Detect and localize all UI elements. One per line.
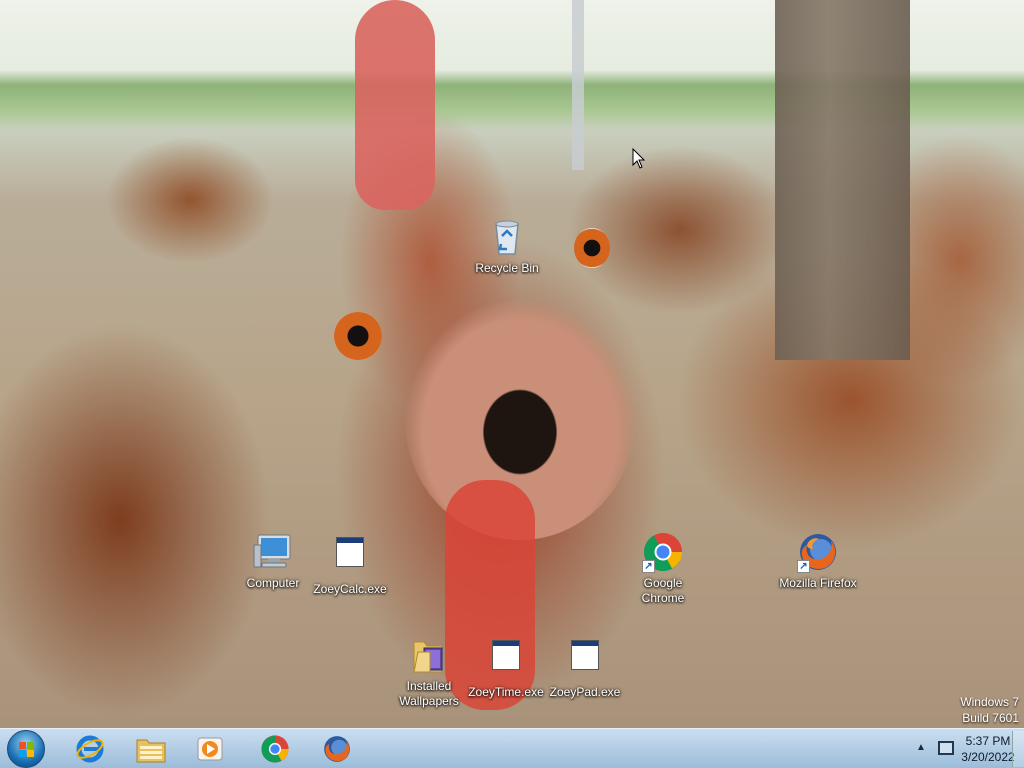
show-desktop-button[interactable] [1012,731,1024,767]
watermark-line2: Build 7601 [962,711,1019,725]
exe-file-icon [329,537,371,579]
computer-shortcut[interactable]: Computer [233,531,313,591]
computer-icon [252,531,294,573]
google-chrome-label: Google Chrome [641,576,685,605]
zoeytime-shortcut[interactable]: ZoeyTime.exe [466,634,546,700]
windows-build-watermark: Windows 7 Build 7601 [960,694,1019,726]
zoeycalc-label: ZoeyCalc.exe [313,582,387,596]
firefox-icon [324,736,350,762]
zoeypad-label: ZoeyPad.exe [549,685,621,699]
show-hidden-icons-button[interactable]: ▲ [916,742,926,753]
shortcut-arrow-icon: ↗ [797,560,810,573]
recycle-bin-icon [486,216,528,258]
internet-explorer-icon [76,735,104,763]
mozilla-firefox-shortcut[interactable]: ↗ Mozilla Firefox [778,531,858,591]
installed-wallpapers-folder[interactable]: Installed Wallpapers [389,634,469,709]
exe-file-icon [564,640,606,682]
taskbar: ▲ 5:37 PM 3/20/2022 [0,728,1024,768]
network-icon[interactable] [938,741,954,755]
google-chrome-shortcut[interactable]: ↗ Google Chrome [623,531,703,606]
shortcut-arrow-icon: ↗ [642,560,655,573]
firefox-icon: ↗ [797,531,839,573]
taskbar-mozilla-firefox[interactable] [313,732,361,766]
wallpaper-tree-trunk [775,0,910,360]
taskbar-file-explorer[interactable] [127,732,175,766]
media-player-icon [197,737,223,761]
zoeypad-shortcut[interactable]: ZoeyPad.exe [545,634,625,700]
zoeycalc-shortcut[interactable]: ZoeyCalc.exe [310,531,390,597]
taskbar-clock[interactable]: 5:37 PM 3/20/2022 [960,733,1016,765]
chrome-icon [261,735,289,763]
system-tray: ▲ 5:37 PM 3/20/2022 [884,729,1024,768]
computer-label: Computer [246,576,300,590]
windows-logo-icon [19,742,35,758]
wallpaper-hen-eye-right [574,228,610,268]
zoeytime-label: ZoeyTime.exe [468,685,544,699]
wallpaper-pole [572,0,584,170]
clock-time: 5:37 PM [965,734,1011,748]
clock-date: 3/20/2022 [961,750,1015,764]
taskbar-media-player[interactable] [186,732,234,766]
watermark-line1: Windows 7 [960,695,1019,709]
recycle-bin-label: Recycle Bin [475,261,539,275]
start-button[interactable] [7,730,45,768]
exe-file-icon [485,640,527,682]
desktop[interactable]: Recycle Bin Computer ZoeyCalc.exe ↗ Goog… [0,0,1024,728]
wallpaper-hen-eye-left [334,312,382,360]
installed-wallpapers-label: Installed Wallpapers [399,679,459,708]
wallpaper-hen-comb [355,0,435,210]
recycle-bin-shortcut[interactable]: Recycle Bin [467,216,547,276]
folder-icon [408,634,450,676]
chrome-icon: ↗ [642,531,684,573]
taskbar-internet-explorer[interactable] [66,732,114,766]
mouse-pointer-icon [632,148,646,169]
mozilla-firefox-label: Mozilla Firefox [779,576,857,590]
taskbar-google-chrome[interactable] [251,732,299,766]
file-explorer-icon [136,739,166,763]
